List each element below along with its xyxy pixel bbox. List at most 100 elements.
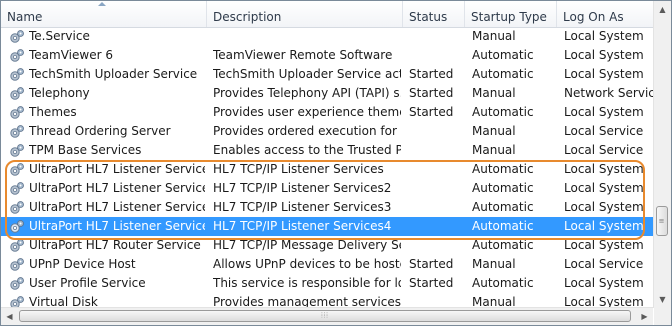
table-row[interactable]: UltraPort HL7 Listener Service3 HL7 TCP/I… <box>1 198 653 217</box>
cell-description: HL7 TCP/IP Listener Services3 <box>213 200 392 214</box>
cell-startup: Automatic <box>472 181 534 195</box>
gear-icon <box>9 219 25 234</box>
table-row[interactable]: User Profile Service This service is resp… <box>1 274 653 293</box>
gear-icon <box>9 200 25 215</box>
cell-description: TeamViewer Remote Software <box>213 48 393 62</box>
gear-icon <box>9 181 25 196</box>
table-row[interactable]: UltraPort HL7 Listener Service2 HL7 TCP/I… <box>1 179 653 198</box>
cell-description: Provides user experience theme ... <box>213 105 401 119</box>
column-header-status-label: Status <box>409 10 448 24</box>
horizontal-scrollbar[interactable]: ◀ ⦙⦙⦙ ▶ <box>1 307 653 325</box>
cell-name: Virtual Disk <box>29 295 98 308</box>
table-row[interactable]: Thread Ordering Server Provides ordered e… <box>1 122 653 141</box>
cell-startup: Automatic <box>472 105 534 119</box>
column-header-description[interactable]: Description <box>207 1 403 27</box>
cell-status <box>409 198 465 217</box>
column-header-name[interactable]: Name <box>1 1 207 27</box>
cell-logon: Local Service <box>564 143 644 157</box>
cell-description: TechSmith Uploader Service acts ... <box>213 67 401 81</box>
cell-name: UPnP Device Host <box>29 257 136 271</box>
cell-startup: Automatic <box>472 162 534 176</box>
services-table-body: Te.Service Manual Local System TeamViewer 6… <box>1 28 653 308</box>
cell-status <box>409 160 465 179</box>
gear-icon <box>9 48 25 63</box>
table-row[interactable]: UltraPort HL7 Listener Service4 HL7 TCP/I… <box>1 217 653 236</box>
table-row[interactable]: UPnP Device Host Allows UPnP devices to b… <box>1 255 653 274</box>
cell-logon: Local System <box>564 29 644 43</box>
column-header-startup-type[interactable]: Startup Type <box>465 1 557 27</box>
scroll-left-arrow-icon[interactable]: ◀ <box>1 308 18 325</box>
cell-logon: Local System <box>564 162 644 176</box>
cell-description: HL7 TCP/IP Message Delivery Ser... <box>213 238 401 252</box>
column-header-name-label: Name <box>7 10 43 24</box>
cell-description: Provides ordered execution for a ... <box>213 124 401 138</box>
cell-status <box>409 236 465 255</box>
cell-logon: Local Service <box>564 124 644 138</box>
cell-logon: Local System <box>564 238 644 252</box>
table-row[interactable]: TechSmith Uploader Service TechSmith Uplo… <box>1 65 653 84</box>
cell-name: UltraPort HL7 Listener Service4 <box>29 219 205 233</box>
gear-icon <box>9 67 25 82</box>
gear-icon <box>9 105 25 120</box>
table-row[interactable]: Te.Service Manual Local System <box>1 28 653 46</box>
cell-startup: Manual <box>472 295 516 308</box>
cell-status: Started <box>409 257 454 271</box>
gear-icon <box>9 257 25 272</box>
cell-logon: Local System <box>564 48 644 62</box>
horizontal-scroll-thumb[interactable]: ⦙⦙⦙ <box>19 310 631 322</box>
column-header-log-on-as[interactable]: Log On As <box>557 1 653 27</box>
cell-logon: Local System <box>564 200 644 214</box>
cell-name: Te.Service <box>29 29 90 43</box>
gear-icon <box>9 238 25 253</box>
cell-startup: Automatic <box>472 219 534 233</box>
table-row[interactable]: Virtual Disk Provides management services… <box>1 293 653 308</box>
cell-logon: Local System <box>564 181 644 195</box>
cell-status <box>409 217 465 236</box>
column-header-status[interactable]: Status <box>403 1 465 27</box>
gear-icon <box>9 276 25 291</box>
grip-icon: ≡ <box>658 217 666 225</box>
cell-name: Themes <box>29 105 77 119</box>
cell-description: Allows UPnP devices to be hoste... <box>213 257 401 271</box>
cell-startup: Manual <box>472 86 516 100</box>
table-row[interactable]: TPM Base Services Enables access to the T… <box>1 141 653 160</box>
vertical-scroll-thumb[interactable]: ≡ <box>656 206 668 236</box>
column-header-startup-type-label: Startup Type <box>471 10 547 24</box>
scroll-down-arrow-icon[interactable]: ▼ <box>654 291 671 308</box>
cell-startup: Automatic <box>472 276 534 290</box>
cell-status <box>409 46 465 65</box>
column-header-row: Name Description Status Startup Type Log… <box>1 1 653 28</box>
cell-name: TPM Base Services <box>29 143 142 157</box>
scroll-right-arrow-icon[interactable]: ▶ <box>636 308 653 325</box>
cell-status <box>409 122 465 141</box>
cell-description: Provides Telephony API (TAPI) s... <box>213 86 401 100</box>
scroll-up-arrow-icon[interactable]: ▲ <box>654 1 671 18</box>
grip-icon: ⦙⦙⦙ <box>321 311 329 320</box>
cell-status <box>409 179 465 198</box>
cell-status: Started <box>409 276 454 290</box>
cell-description: This service is responsible for loa... <box>213 276 401 290</box>
cell-status <box>409 28 465 46</box>
table-row[interactable]: TeamViewer 6 TeamViewer Remote Software Au… <box>1 46 653 65</box>
table-row[interactable]: UltraPort HL7 Router Service HL7 TCP/IP M… <box>1 236 653 255</box>
cell-description: HL7 TCP/IP Listener Services2 <box>213 181 392 195</box>
gear-icon <box>9 162 25 177</box>
gear-icon <box>9 29 25 44</box>
cell-status: Started <box>409 86 454 100</box>
vertical-scrollbar[interactable]: ▲ ≡ ▼ <box>653 1 671 308</box>
cell-status: Started <box>409 67 454 81</box>
cell-name: Telephony <box>29 86 90 100</box>
cell-name: UltraPort HL7 Listener Service <box>29 162 205 176</box>
cell-name: Thread Ordering Server <box>29 124 171 138</box>
gear-icon <box>9 143 25 158</box>
cell-name: TeamViewer 6 <box>29 48 113 62</box>
table-row[interactable]: UltraPort HL7 Listener Service HL7 TCP/IP… <box>1 160 653 179</box>
scrollbar-corner <box>654 308 671 325</box>
cell-startup: Automatic <box>472 238 534 252</box>
cell-description: HL7 TCP/IP Listener Services <box>213 162 384 176</box>
table-row[interactable]: Telephony Provides Telephony API (TAPI) s… <box>1 84 653 103</box>
cell-name: UltraPort HL7 Router Service <box>29 238 201 252</box>
table-row[interactable]: Themes Provides user experience theme ...… <box>1 103 653 122</box>
cell-startup: Manual <box>472 124 516 138</box>
gear-icon <box>9 86 25 101</box>
